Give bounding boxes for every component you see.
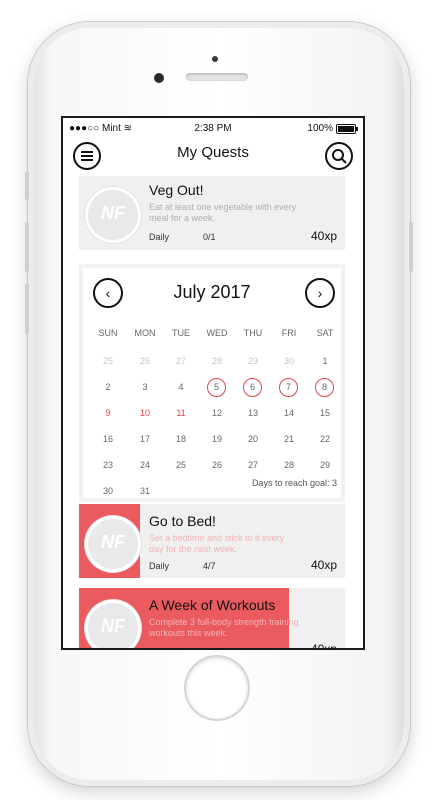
search-button[interactable] — [325, 142, 353, 170]
calendar-day[interactable]: 15 — [315, 404, 335, 422]
calendar-day[interactable]: 29 — [243, 352, 263, 370]
quest-xp: 40xp — [311, 642, 337, 648]
home-button[interactable] — [186, 657, 248, 719]
quest-frequency: Daily — [149, 232, 170, 242]
calendar-day[interactable]: 8 — [315, 378, 334, 397]
calendar-day[interactable]: 1 — [315, 352, 335, 370]
calendar-day[interactable]: 7 — [279, 378, 298, 397]
quest-logo: NF — [85, 516, 141, 572]
earpiece-speaker — [186, 73, 248, 81]
calendar-day[interactable]: 26 — [135, 352, 155, 370]
quest-xp: 40xp — [310, 558, 337, 572]
volume-up-button — [25, 222, 29, 272]
calendar-day[interactable]: 12 — [207, 404, 227, 422]
weekday-label: SUN — [98, 328, 118, 338]
calendar-day[interactable]: 28 — [207, 352, 227, 370]
chevron-right-icon: › — [317, 285, 323, 301]
volume-down-button — [25, 284, 29, 334]
calendar-day[interactable]: 30 — [279, 352, 299, 370]
calendar-day[interactable]: 27 — [243, 456, 263, 474]
calendar-day[interactable]: 9 — [98, 404, 118, 422]
calendar-day[interactable]: 27 — [171, 352, 191, 370]
calendar-day[interactable]: 10 — [135, 404, 155, 422]
battery-icon — [336, 124, 358, 134]
calendar-day[interactable]: 17 — [135, 430, 155, 448]
quest-card[interactable]: NF Veg Out! Eat at least one vegetable w… — [79, 176, 345, 250]
logo-text: NF — [101, 532, 125, 552]
quest-title: Veg Out! — [149, 182, 204, 198]
calendar-month: July 2017 — [173, 282, 251, 302]
page-title: My Quests — [177, 144, 249, 161]
calendar-day[interactable]: 23 — [98, 456, 118, 474]
logo-text: NF — [101, 616, 125, 636]
calendar-day[interactable]: 31 — [135, 482, 155, 500]
quest-description: Set a bedtime and stick to it every day … — [149, 533, 285, 554]
quest-xp: 40xp — [310, 229, 337, 243]
quest-card[interactable]: NF A Week of Workouts Complete 3 full-bo… — [79, 588, 345, 648]
calendar-day[interactable]: 3 — [135, 378, 155, 396]
goal-countdown: Days to reach goal: 3 — [251, 478, 337, 488]
calendar-day[interactable]: 21 — [279, 430, 299, 448]
quest-card[interactable]: NF Go to Bed! Set a bedtime and stick to… — [79, 504, 345, 578]
mute-switch — [25, 172, 29, 200]
battery-percent: 100% — [307, 123, 333, 134]
weekday-label: MON — [134, 328, 156, 338]
calendar-day[interactable]: 25 — [171, 456, 191, 474]
quest-logo: NF — [85, 187, 141, 243]
weekday-label: TUE — [172, 328, 190, 338]
weekday-label: SAT — [316, 328, 334, 338]
calendar-day[interactable]: 2 — [98, 378, 118, 396]
calendar-day[interactable]: 11 — [171, 404, 191, 422]
weekday-label: THU — [243, 328, 263, 338]
quest-title: A Week of Workouts — [149, 597, 276, 613]
quest-logo: NF — [85, 600, 141, 648]
calendar-day[interactable]: 14 — [279, 404, 299, 422]
calendar-day[interactable]: 22 — [315, 430, 335, 448]
front-camera — [154, 73, 164, 83]
weekday-label: FRI — [281, 328, 297, 338]
calendar-day[interactable]: 20 — [243, 430, 263, 448]
calendar-day[interactable]: 24 — [135, 456, 155, 474]
search-icon — [332, 149, 347, 164]
quest-title: Go to Bed! — [149, 513, 216, 529]
quest-frequency: Daily — [149, 561, 170, 571]
next-month-button[interactable]: › — [305, 278, 335, 308]
quest-description: Eat at least one vegetable with every me… — [149, 202, 297, 223]
power-button — [409, 222, 413, 272]
calendar-day[interactable]: 30 — [98, 482, 118, 500]
logo-text: NF — [101, 203, 125, 223]
calendar-day[interactable]: 26 — [207, 456, 227, 474]
weekday-label: WED — [206, 328, 228, 338]
proximity-sensor — [212, 56, 218, 62]
nav-bar: My Quests — [63, 138, 363, 176]
quest-description: Complete 3 full-body strength training w… — [149, 617, 299, 638]
calendar: ‹ July 2017 › SUN MON TUE WED THU FRI SAT 25 26 2… — [79, 264, 345, 502]
calendar-day[interactable]: 29 — [315, 456, 335, 474]
quest-progress: 4/7 — [203, 561, 216, 571]
calendar-panel: ‹ July 2017 › SUN MON TUE WED THU FRI SAT 25 26 2… — [83, 268, 341, 498]
calendar-day[interactable]: 6 — [243, 378, 262, 397]
calendar-day[interactable]: 18 — [171, 430, 191, 448]
calendar-day[interactable]: 4 — [171, 378, 191, 396]
calendar-day[interactable]: 25 — [98, 352, 118, 370]
status-bar: ●●●○○ Mint ≋ 2:38 PM 100% — [63, 118, 363, 138]
calendar-day[interactable]: 13 — [243, 404, 263, 422]
calendar-day[interactable]: 5 — [207, 378, 226, 397]
quest-progress: 0/1 — [203, 232, 216, 242]
calendar-day[interactable]: 19 — [207, 430, 227, 448]
app-screen: ●●●○○ Mint ≋ 2:38 PM 100% My Quests NF V… — [61, 116, 365, 650]
calendar-day[interactable]: 16 — [98, 430, 118, 448]
calendar-day[interactable]: 28 — [279, 456, 299, 474]
